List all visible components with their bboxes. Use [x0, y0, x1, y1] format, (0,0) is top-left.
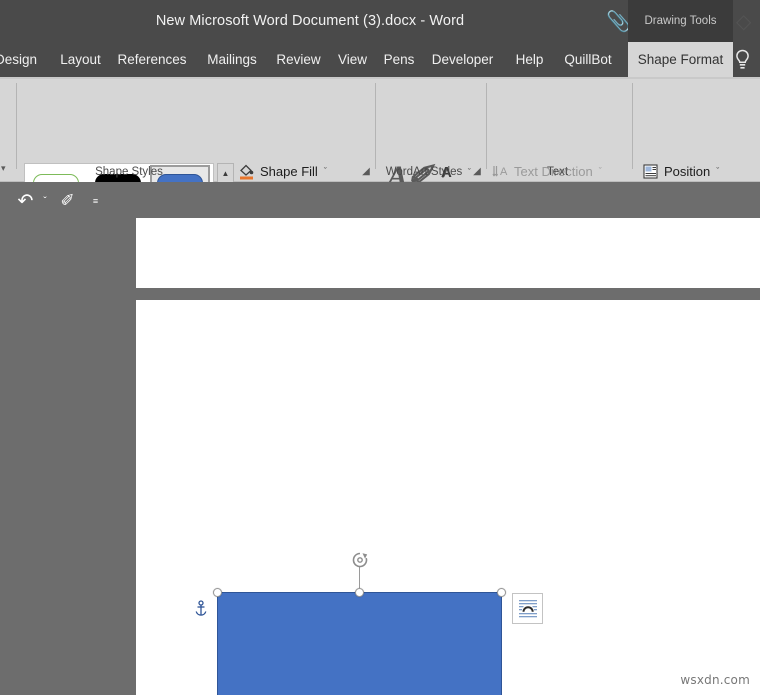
- position-label: Position: [664, 163, 711, 179]
- position-icon: [642, 163, 659, 180]
- group-divider-wordart: [486, 83, 487, 169]
- handle-top-right[interactable]: [497, 588, 506, 597]
- ribbon-tab-mailings[interactable]: Mailings: [197, 42, 267, 77]
- rotation-handle[interactable]: [350, 550, 370, 570]
- wordart-styles-dialog-launcher[interactable]: ◢: [471, 166, 483, 178]
- ribbon-tab-pens[interactable]: Pens: [378, 42, 420, 77]
- group-label-wordart-styles: WordArt Styles: [385, 166, 463, 178]
- ribbon-tab-view[interactable]: View: [330, 42, 375, 77]
- shape-styles-dialog-launcher[interactable]: ◢: [360, 166, 372, 178]
- position-button[interactable]: Position ˇ: [642, 159, 719, 183]
- undo-button[interactable]: ↶: [12, 190, 39, 212]
- ribbon-tab-review[interactable]: Review: [269, 42, 328, 77]
- ribbon-tab-strip: Shape Format QuillBot Help Developer Pens Vie…: [0, 42, 760, 77]
- ribbon-tab-references[interactable]: References: [110, 42, 194, 77]
- contextual-tab-group-label: Drawing Tools: [628, 0, 733, 42]
- ribbon-tab-developer[interactable]: Developer: [423, 42, 502, 77]
- ribbon: ▾ AbcAbcAbc ▲▼☰ Shape FillˇShape Outline…: [0, 77, 760, 231]
- group-divider-shape-styles: [375, 83, 376, 169]
- watermark-text: wsxdn.com: [680, 673, 750, 687]
- ribbon-tab-quillbot[interactable]: QuillBot: [554, 42, 622, 77]
- layout-options-button[interactable]: [512, 593, 543, 624]
- qat-more-dropdown[interactable]: ≡: [87, 190, 104, 212]
- document-canvas[interactable]: wsxdn.com: [0, 218, 760, 695]
- undo-dropdown[interactable]: ˇ: [36, 190, 54, 212]
- tell-me-lightbulb-icon[interactable]: [728, 42, 756, 77]
- paint-bucket-icon: [238, 163, 255, 180]
- format-painter-button[interactable]: ✐: [55, 190, 80, 212]
- rectangle-shape[interactable]: [217, 592, 502, 695]
- shape-fill-label: Shape Fill: [260, 163, 318, 179]
- handle-top-left[interactable]: [213, 588, 222, 597]
- position-chevron-down-icon: ˇ: [716, 166, 720, 176]
- group-divider-left: [16, 83, 17, 169]
- ribbon-top-divider: [0, 77, 760, 79]
- ribbon-tab-layout[interactable]: Layout: [52, 42, 109, 77]
- shape-fill-button[interactable]: Shape Fill ˇ: [238, 159, 327, 183]
- ribbon-tab-help[interactable]: Help: [508, 42, 551, 77]
- shape-fill-chevron-down-icon: ˇ: [323, 166, 327, 176]
- document-page-previous[interactable]: [136, 218, 760, 288]
- group-label-shape-styles: Shape Styles: [95, 166, 163, 178]
- group-divider-text: [632, 83, 633, 169]
- window-title: New Microsoft Word Document (3).docx - W…: [155, 13, 465, 29]
- diamond-ghost-icon: ◇: [736, 11, 752, 33]
- title-bar: 📎 ◇ New Microsoft Word Document (3).docx…: [0, 0, 760, 42]
- ribbon-tab-design[interactable]: Design: [0, 42, 46, 77]
- word-application-window: 📎 ◇ New Microsoft Word Document (3).docx…: [0, 0, 760, 695]
- ribbon-tab-shape-format[interactable]: Shape Format: [628, 42, 733, 77]
- handle-top-center[interactable]: [355, 588, 364, 597]
- object-anchor-icon: [194, 600, 208, 618]
- group-label-text: Text: [546, 166, 569, 178]
- clipped-gallery-chevron-icon[interactable]: ▾: [1, 163, 6, 174]
- secondary-toolbar: ↶ ˇ ✐ ≡: [0, 182, 760, 218]
